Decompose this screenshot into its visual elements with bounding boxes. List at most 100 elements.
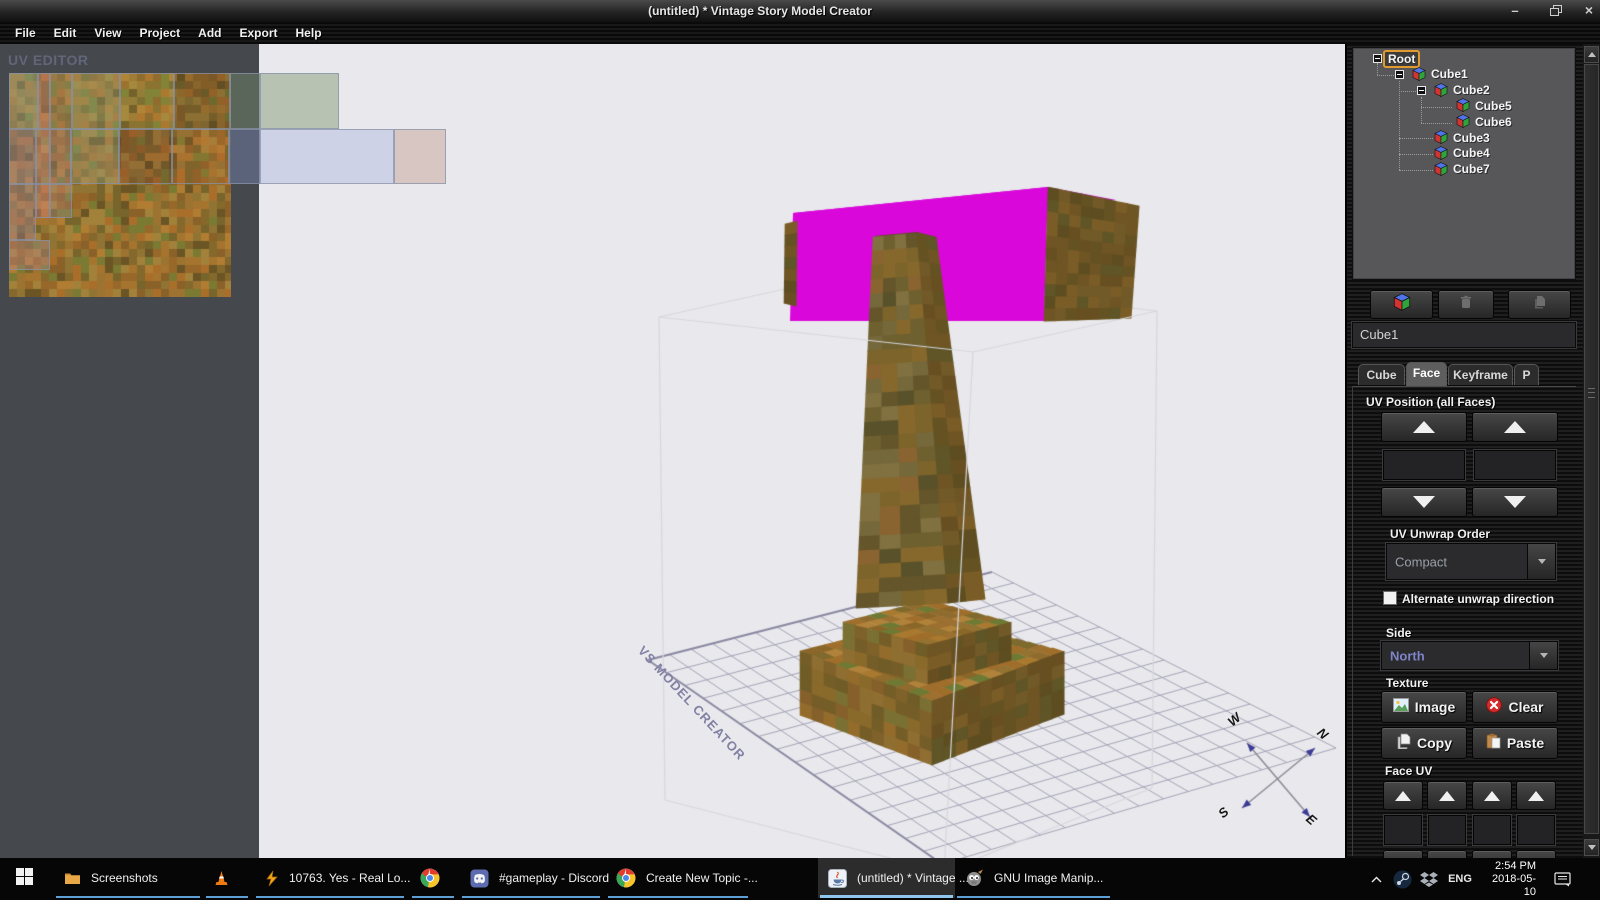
menu-item-help[interactable]: Help xyxy=(287,24,331,42)
tree-node-cube1[interactable]: Cube1 xyxy=(1431,67,1468,82)
start-button[interactable] xyxy=(0,858,48,900)
tree-expander[interactable] xyxy=(1395,70,1404,79)
face-uv-up-1[interactable] xyxy=(1383,781,1423,810)
scroll-down-button[interactable] xyxy=(1584,839,1599,856)
uv-rect[interactable] xyxy=(9,73,38,129)
uv-rect[interactable] xyxy=(72,73,120,129)
uv-down-button-2[interactable] xyxy=(1472,487,1558,517)
uv-rect[interactable] xyxy=(120,73,174,129)
tray-chevron-icon[interactable] xyxy=(1366,858,1386,900)
menu-item-edit[interactable]: Edit xyxy=(45,24,86,42)
windows-logo-icon xyxy=(16,868,33,890)
uv-unwrap-dropdown[interactable]: Compact xyxy=(1386,543,1556,580)
tree-node-cube6[interactable]: Cube6 xyxy=(1475,114,1512,129)
title-bar[interactable]: (untitled) * Vintage Story Model Creator… xyxy=(0,0,1600,22)
uv-rect[interactable] xyxy=(260,129,394,184)
tree-expander[interactable] xyxy=(1373,54,1382,63)
tray-dropbox-icon[interactable] xyxy=(1417,858,1441,900)
taskbar-item-screenshots[interactable]: Screenshots xyxy=(54,858,202,898)
face-uv-field-3[interactable] xyxy=(1473,815,1511,845)
menu-item-export[interactable]: Export xyxy=(231,24,287,42)
menu-item-view[interactable]: View xyxy=(85,24,130,42)
texture-paste-button[interactable]: Paste xyxy=(1472,727,1558,759)
uv-editor-title: UV EDITOR xyxy=(8,52,88,68)
side-dropdown[interactable]: North xyxy=(1381,641,1558,670)
taskbar-item-vlc[interactable] xyxy=(204,858,250,898)
face-uv-field-1[interactable] xyxy=(1384,815,1422,845)
cube-icon xyxy=(1434,130,1448,144)
taskbar-item-gameplay-discord[interactable]: #gameplay - Discord xyxy=(460,858,602,898)
uv-rect[interactable] xyxy=(71,129,119,184)
uv-y-field[interactable] xyxy=(1474,450,1556,480)
uv-rect[interactable] xyxy=(9,129,36,184)
uv-x-field[interactable] xyxy=(1383,450,1465,480)
uv-down-button-1[interactable] xyxy=(1381,487,1467,517)
alternate-unwrap-checkbox[interactable] xyxy=(1383,591,1397,605)
tree-node-cube3[interactable]: Cube3 xyxy=(1453,130,1490,145)
menu-item-file[interactable]: File xyxy=(6,24,45,42)
taskbar-item-gnu-image-manip[interactable]: GNU Image Manip... xyxy=(955,858,1112,898)
face-uv-field-2[interactable] xyxy=(1428,815,1466,845)
tab-p[interactable]: P xyxy=(1514,364,1539,385)
uv-rect[interactable] xyxy=(50,129,71,184)
uv-rect[interactable] xyxy=(260,73,339,129)
tree-expander[interactable] xyxy=(1417,86,1426,95)
uv-rect[interactable] xyxy=(229,129,260,184)
chevron-down-icon[interactable] xyxy=(1527,544,1555,579)
uv-rect[interactable] xyxy=(36,129,50,184)
arrow-down-icon xyxy=(1588,845,1596,850)
uv-rect[interactable] xyxy=(172,129,229,184)
uv-rect[interactable] xyxy=(50,184,72,218)
element-tree[interactable]: Root Cube1Cube2Cube5Cube6Cube3Cube4Cube7 xyxy=(1352,47,1576,280)
texture-image-button[interactable]: Image xyxy=(1381,691,1467,723)
uv-rect[interactable] xyxy=(174,73,230,129)
menu-item-add[interactable]: Add xyxy=(189,24,230,42)
tree-node-cube7[interactable]: Cube7 xyxy=(1453,162,1490,177)
uv-rect[interactable] xyxy=(9,240,50,270)
taskbar: ENG 2:54 PM 2018-05-10 Screenshots 10763.… xyxy=(0,858,1600,900)
texture-clear-button[interactable]: Clear xyxy=(1472,691,1558,723)
uv-rect[interactable] xyxy=(119,129,172,184)
tree-node-cube5[interactable]: Cube5 xyxy=(1475,98,1512,113)
taskbar-item-untitled-vintage[interactable]: (untitled) * Vintage ... xyxy=(818,858,955,898)
tab-keyframe[interactable]: Keyframe xyxy=(1448,364,1513,385)
scroll-thumb[interactable] xyxy=(1584,64,1599,834)
add-cube-button[interactable] xyxy=(1370,290,1433,319)
scroll-up-button[interactable] xyxy=(1584,46,1599,63)
notification-center-icon[interactable] xyxy=(1548,858,1576,900)
taskbar-item-create-new-topic[interactable]: Create New Topic -... xyxy=(606,858,750,898)
tray-steam-icon[interactable] xyxy=(1390,858,1414,900)
uv-rect[interactable] xyxy=(36,184,50,218)
uv-rect[interactable] xyxy=(50,73,72,129)
cube-icon xyxy=(1456,98,1470,112)
uv-up-button-2[interactable] xyxy=(1472,412,1558,442)
menu-item-project[interactable]: Project xyxy=(130,24,189,42)
tray-clock[interactable]: 2:54 PM 2018-05-10 xyxy=(1480,858,1536,900)
tab-cube[interactable]: Cube xyxy=(1358,364,1405,385)
tray-language[interactable]: ENG xyxy=(1444,858,1476,900)
texture-copy-button[interactable]: Copy xyxy=(1381,727,1467,759)
taskbar-item-chrome[interactable] xyxy=(410,858,456,898)
chevron-down-icon[interactable] xyxy=(1529,642,1557,669)
minimize-button[interactable]: – xyxy=(1504,3,1526,19)
face-uv-up-2[interactable] xyxy=(1427,781,1467,810)
face-uv-field-4[interactable] xyxy=(1517,815,1555,845)
uv-rect[interactable] xyxy=(230,73,260,129)
taskbar-item-10763-yes-real-lo[interactable]: 10763. Yes - Real Lo... xyxy=(254,858,406,898)
tree-node-root[interactable]: Root xyxy=(1387,51,1420,66)
tab-face[interactable]: Face xyxy=(1406,362,1447,386)
uv-unwrap-label: UV Unwrap Order xyxy=(1390,527,1490,541)
face-uv-up-4[interactable] xyxy=(1516,781,1556,810)
close-button[interactable]: × xyxy=(1578,3,1600,19)
face-uv-up-3[interactable] xyxy=(1472,781,1512,810)
cube-name-input[interactable]: Cube1 xyxy=(1352,322,1576,348)
restore-button[interactable] xyxy=(1544,3,1566,19)
uv-rect[interactable] xyxy=(394,129,446,184)
uv-up-button-1[interactable] xyxy=(1381,412,1467,442)
uv-rect[interactable] xyxy=(38,73,50,129)
duplicate-cube-button[interactable] xyxy=(1508,290,1571,319)
tree-node-cube4[interactable]: Cube4 xyxy=(1453,146,1490,161)
tree-node-cube2[interactable]: Cube2 xyxy=(1453,83,1490,98)
delete-cube-button[interactable] xyxy=(1438,290,1494,319)
uv-rect[interactable] xyxy=(9,184,36,240)
